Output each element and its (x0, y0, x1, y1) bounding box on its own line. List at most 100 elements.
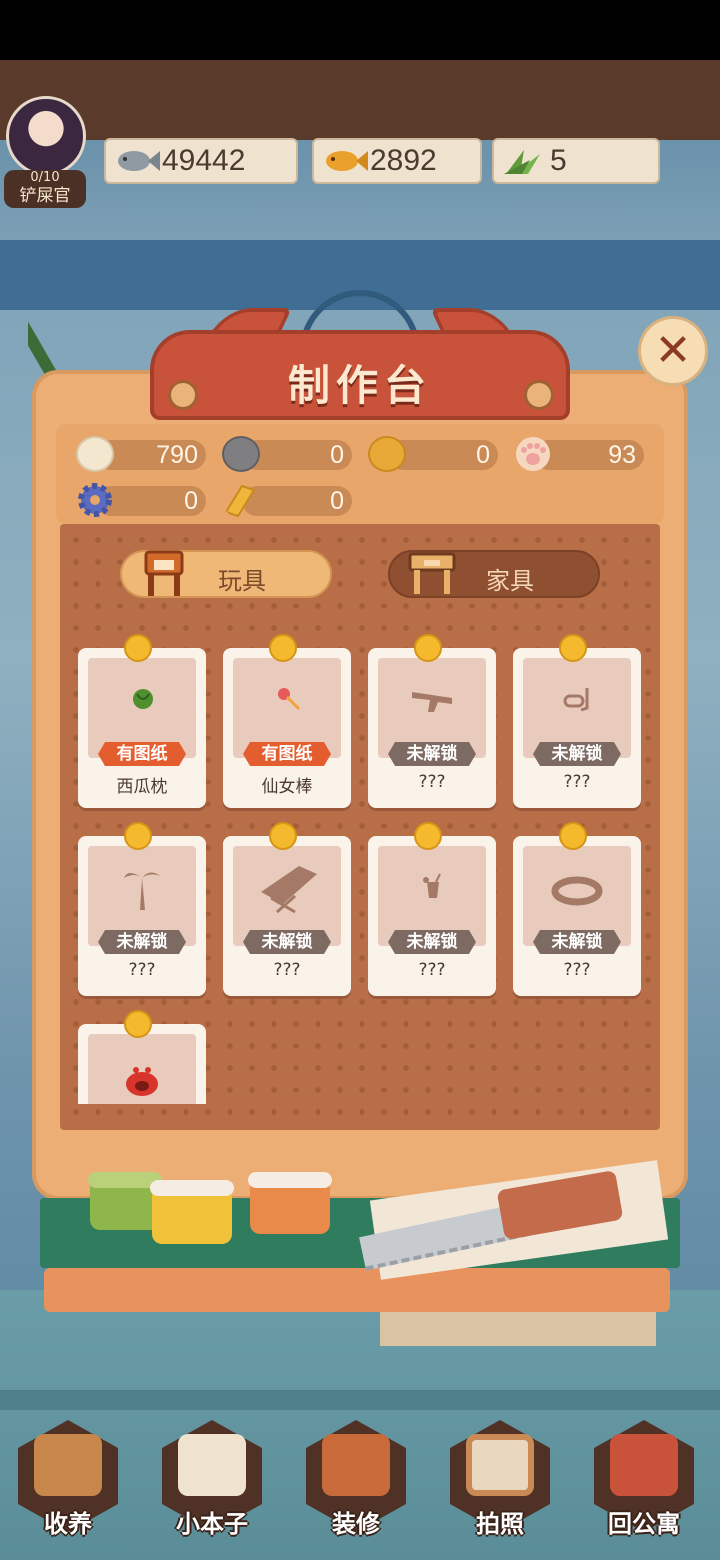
nav-label: 回公寓 (608, 1510, 680, 1538)
paw-icon (516, 437, 550, 471)
status-bar (0, 0, 720, 60)
item-name: ??? (273, 960, 301, 980)
nav-label: 收养 (44, 1510, 92, 1538)
item-card[interactable]: 未解锁 ??? (223, 822, 351, 996)
pin-icon (269, 634, 297, 662)
item-name: ??? (418, 772, 446, 792)
material-value: 790 (156, 441, 198, 469)
status-badge: 未解锁 (98, 930, 186, 954)
nav-label: 小本子 (176, 1510, 248, 1538)
gold-fish-counter[interactable]: 2892 (312, 138, 482, 184)
stool-icon (144, 550, 184, 596)
material-stone: 0 (222, 436, 352, 472)
snorkel-icon (563, 688, 589, 712)
status-badge: 有图纸 (98, 742, 186, 766)
material-bread: 0 (368, 436, 498, 472)
nav-label: 拍照 (476, 1510, 524, 1538)
grass-icon (504, 150, 540, 174)
player-avatar[interactable]: 0/10 铲屎官 (2, 96, 92, 216)
swim-ring-icon (551, 876, 603, 906)
material-value: 93 (608, 441, 636, 469)
item-name: ??? (128, 960, 156, 980)
item-card[interactable]: 未解锁 ??? (513, 822, 641, 996)
pin-icon (559, 822, 587, 850)
close-icon: ✕ (654, 325, 692, 376)
pin-icon (124, 822, 152, 850)
bread-icon (368, 436, 406, 472)
status-badge: 未解锁 (533, 930, 621, 954)
grass-counter[interactable]: 5 (492, 138, 660, 184)
cat-count: 0/10 (30, 170, 60, 185)
material-value: 0 (330, 487, 344, 515)
gold-fish-icon (326, 151, 368, 171)
grass-value: 5 (550, 144, 567, 177)
decorate-brush-icon (322, 1434, 390, 1496)
pin-icon (414, 634, 442, 662)
item-card[interactable]: 未解锁 ??? (513, 634, 641, 808)
pin-icon (559, 634, 587, 662)
nav-notebook[interactable]: 小本子 (152, 1420, 272, 1540)
status-badge: 未解锁 (388, 742, 476, 766)
nav-apartment[interactable]: 回公寓 (584, 1420, 704, 1540)
apartment-icon (610, 1434, 678, 1496)
item-name: ??? (563, 772, 591, 792)
material-value: 0 (476, 441, 490, 469)
gray-fish-counter[interactable]: 49442 (104, 138, 298, 184)
status-badge: 未解锁 (388, 930, 476, 954)
status-badge: 未解锁 (243, 930, 331, 954)
tab-toys[interactable]: 玩具 (120, 550, 332, 598)
material-value: 0 (330, 441, 344, 469)
beach-chair-icon (261, 866, 317, 914)
material-cotton: 790 (76, 436, 206, 472)
crafting-header: 制作台 (150, 308, 570, 420)
jar-lid (150, 1180, 234, 1196)
item-grid: 有图纸 西瓜枕 有图纸 仙女棒 未解锁 ??? 未解锁 ??? 未解锁 ??? (60, 630, 660, 1104)
item-card[interactable]: 有图纸 仙女棒 (223, 634, 351, 808)
adopt-box-icon (34, 1434, 102, 1496)
watermelon-icon (133, 689, 153, 709)
cotton-icon (76, 436, 114, 472)
item-card[interactable]: 未解锁 ??? (78, 822, 206, 996)
item-card[interactable]: 未解锁 ??? (368, 822, 496, 996)
item-name: 仙女棒 (261, 777, 313, 797)
camera-icon (466, 1434, 534, 1496)
gray-fish-value: 49442 (162, 144, 246, 177)
palm-tree-icon (124, 872, 160, 910)
gear-icon (78, 483, 112, 517)
notebook-icon (178, 1434, 246, 1496)
water-gun-icon (412, 692, 452, 712)
pin-icon (124, 1010, 152, 1038)
page-title: 制作台 (287, 361, 432, 410)
avatar[interactable] (6, 96, 86, 176)
item-image (88, 1034, 196, 1104)
item-name: ??? (418, 960, 446, 980)
nav-label: 装修 (332, 1510, 380, 1538)
tab-furniture[interactable]: 家具 (388, 550, 600, 598)
gray-fish-icon (118, 151, 160, 171)
tab-label: 家具 (486, 567, 534, 595)
item-card[interactable]: 未解锁 ??? (368, 634, 496, 808)
avatar-stats: 0/10 铲屎官 (4, 170, 86, 208)
material-value: 0 (184, 487, 198, 515)
jar-lid (248, 1172, 332, 1188)
workbench-edge (44, 1268, 670, 1312)
item-name: ??? (563, 960, 591, 980)
workbench-leg (380, 1312, 656, 1346)
status-badge: 有图纸 (243, 742, 331, 766)
crab-icon (126, 1067, 158, 1096)
bottom-nav: 收养 小本子 装修 拍照 回公寓 (0, 1380, 720, 1560)
item-card[interactable] (78, 1010, 206, 1104)
desk-icon (408, 552, 456, 594)
nav-decorate[interactable]: 装修 (296, 1420, 416, 1540)
player-role: 铲屎官 (19, 186, 71, 206)
close-button[interactable]: ✕ (638, 316, 708, 386)
pin-icon (269, 822, 297, 850)
pin-icon (414, 822, 442, 850)
item-card[interactable]: 有图纸 西瓜枕 (78, 634, 206, 808)
pin-icon (124, 634, 152, 662)
material-paw: 93 (514, 437, 644, 472)
nav-adopt[interactable]: 收养 (8, 1420, 128, 1540)
nav-photo[interactable]: 拍照 (440, 1420, 560, 1540)
status-badge: 未解锁 (533, 742, 621, 766)
drink-icon (423, 873, 441, 898)
